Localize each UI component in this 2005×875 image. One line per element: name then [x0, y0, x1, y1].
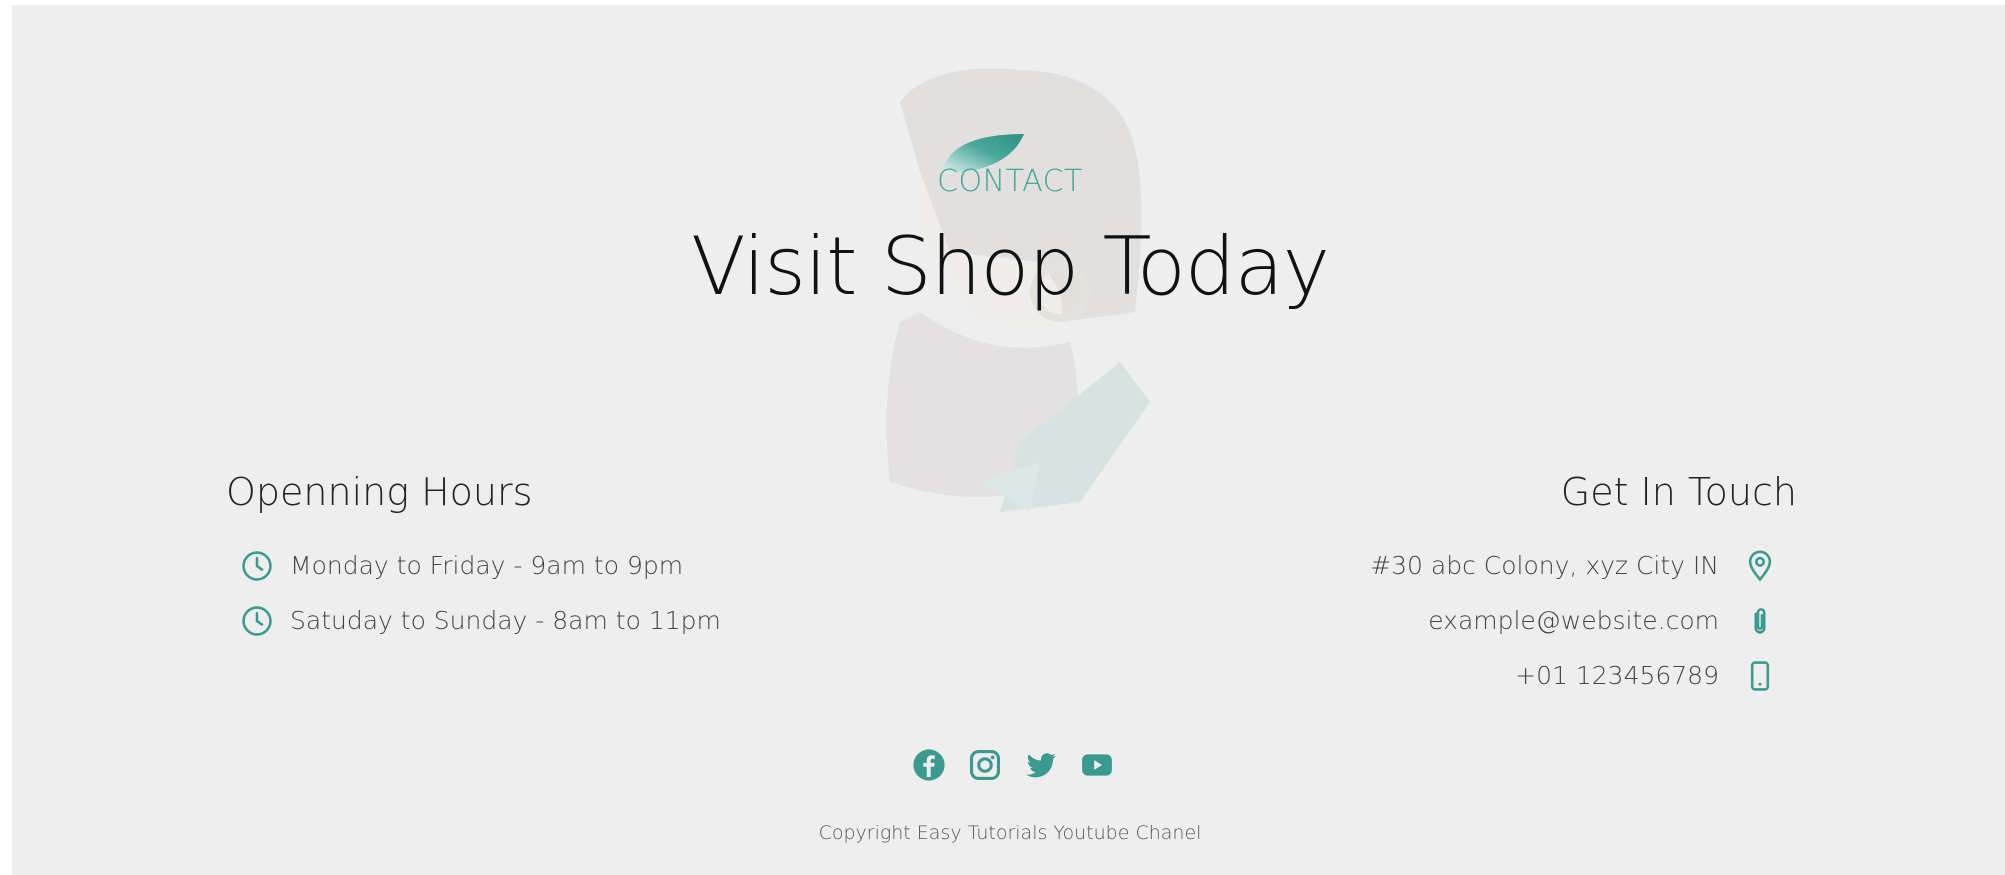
social-links	[912, 748, 1114, 782]
phone-link[interactable]: +01 123456789	[1515, 661, 1719, 690]
clock-icon	[242, 605, 272, 636]
youtube-icon[interactable]	[1080, 748, 1114, 782]
contact-phone[interactable]: +01 123456789	[1197, 648, 1797, 703]
opening-hours-title: Openning Hours	[226, 470, 533, 514]
contact-email[interactable]: example@website.com	[1197, 593, 1797, 648]
address-text: #30 abc Colony, xyz City IN	[1370, 551, 1719, 580]
instagram-icon[interactable]	[968, 748, 1002, 782]
copyright-text: Copyright Easy Tutorials Youtube Chanel	[818, 822, 1202, 844]
facebook-icon[interactable]	[912, 748, 946, 782]
hours-item: Satuday to Sunday - 8am to 11pm	[226, 593, 826, 648]
page-title: Visit Shop Today	[691, 220, 1330, 313]
twitter-icon[interactable]	[1024, 748, 1058, 782]
get-in-touch: Get In Touch #30 abc Colony, xyz City IN…	[1197, 470, 1797, 703]
phone-icon	[1750, 660, 1770, 691]
map-pin-icon	[1748, 550, 1772, 581]
hours-text: Satuday to Sunday - 8am to 11pm	[290, 606, 721, 635]
opening-hours: Openning Hours Monday to Friday - 9am to…	[226, 470, 826, 648]
paperclip-icon	[1754, 607, 1766, 634]
hours-text: Monday to Friday - 9am to 9pm	[290, 551, 684, 580]
email-link[interactable]: example@website.com	[1428, 606, 1719, 635]
hours-item: Monday to Friday - 9am to 9pm	[226, 538, 826, 593]
contact-address: #30 abc Colony, xyz City IN	[1197, 538, 1797, 593]
section-eyebrow: CONTACT	[937, 164, 1083, 199]
clock-icon	[242, 550, 272, 581]
get-in-touch-title: Get In Touch	[1560, 470, 1797, 514]
